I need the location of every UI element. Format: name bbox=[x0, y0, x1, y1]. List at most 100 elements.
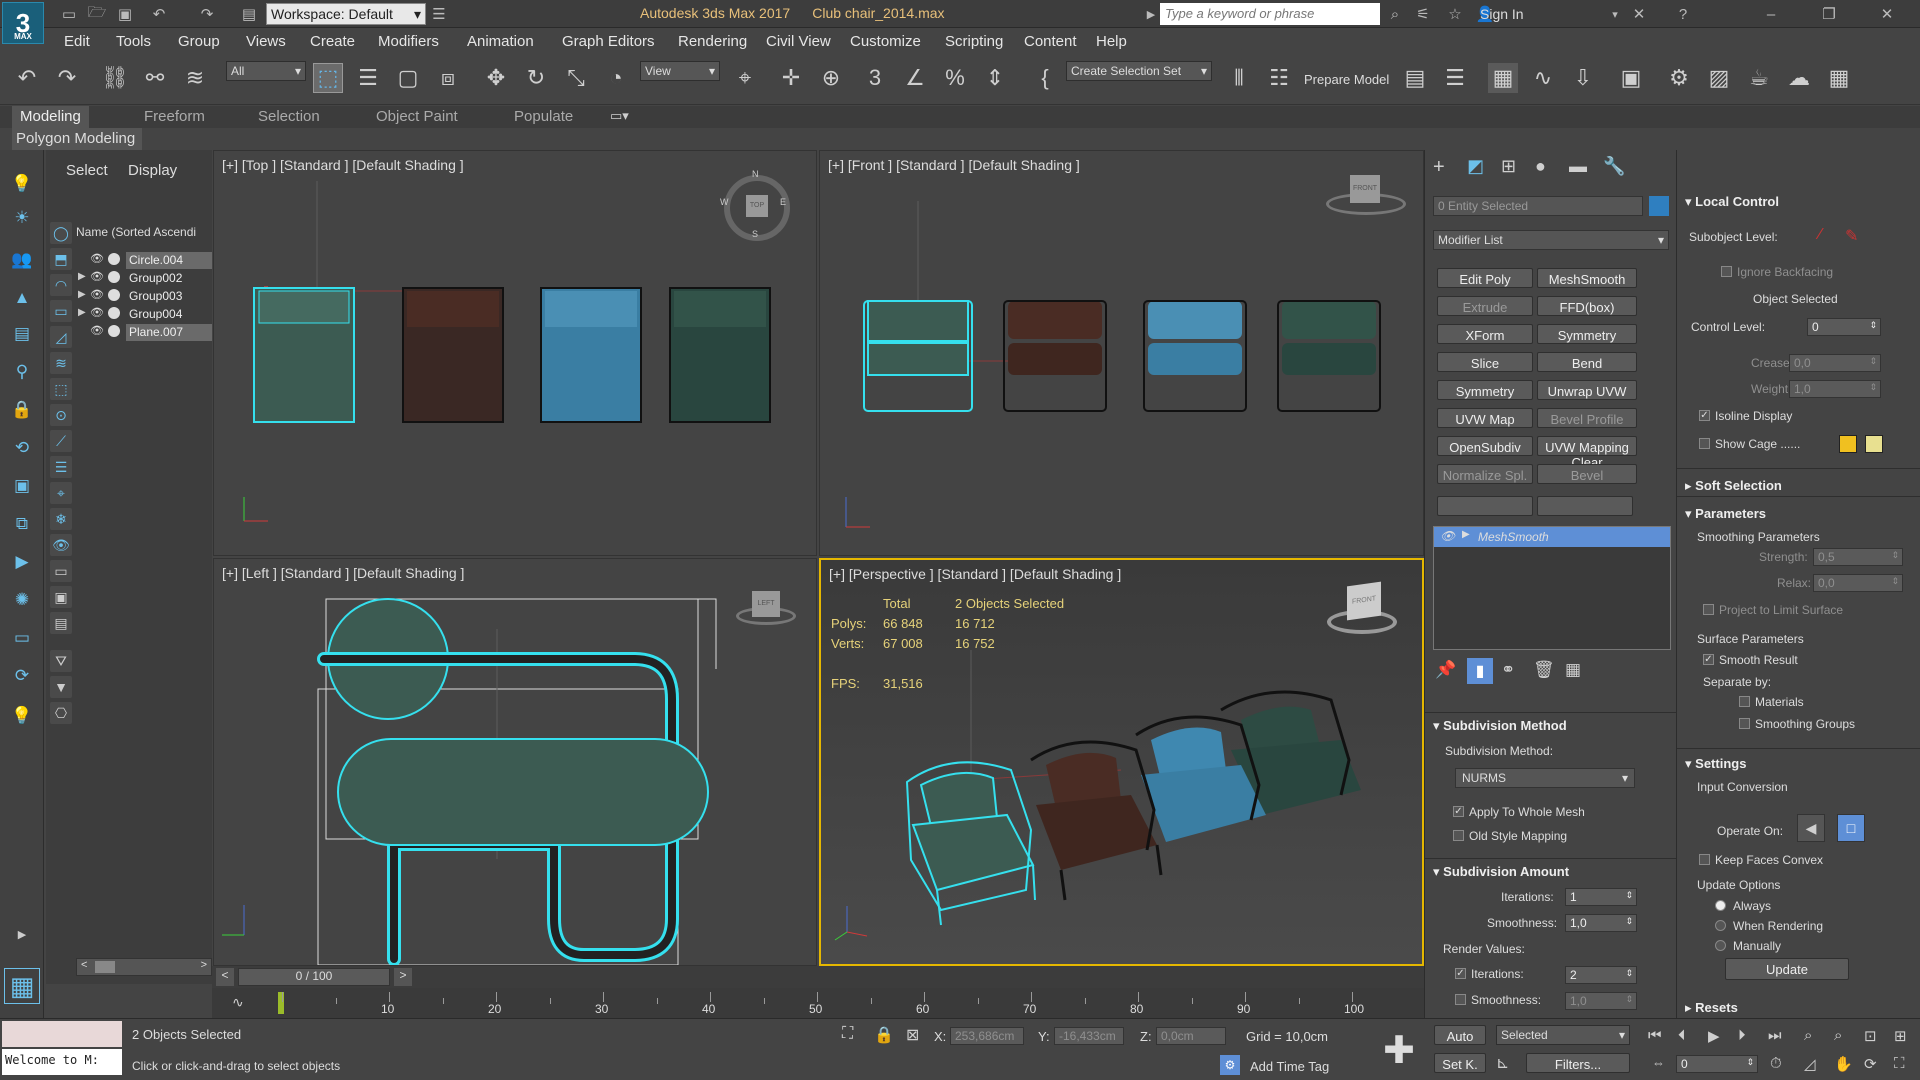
add-time-tag-label[interactable]: Add Time Tag bbox=[1250, 1059, 1329, 1074]
rectangular-selection-icon[interactable]: ▢ bbox=[393, 63, 423, 93]
render-production-icon[interactable]: ☕ bbox=[1744, 63, 1774, 93]
undo-icon[interactable]: ↶ bbox=[12, 63, 42, 93]
bone-icon[interactable]: ⚲ bbox=[10, 360, 34, 384]
menu-group[interactable]: Group bbox=[178, 33, 220, 50]
display-icon[interactable]: ▭ bbox=[10, 626, 34, 650]
menu-rendering[interactable]: Rendering bbox=[678, 33, 747, 50]
polygon-modeling-panel[interactable]: Polygon Modeling bbox=[12, 128, 142, 150]
layer-manager-icon[interactable]: ▤ bbox=[1400, 63, 1430, 93]
place-icon[interactable]: ◔ bbox=[601, 63, 631, 93]
resets-header[interactable]: ▸ Resets bbox=[1685, 1000, 1738, 1016]
current-frame-field[interactable]: 0 ⇕ bbox=[1676, 1055, 1758, 1073]
rendered-frame-icon[interactable]: ▨ bbox=[1704, 63, 1734, 93]
chair-4-front[interactable] bbox=[1277, 300, 1381, 412]
toggle-ribbon-icon[interactable]: ☰ bbox=[1440, 63, 1470, 93]
rotate-view-icon[interactable]: ⟲ bbox=[10, 436, 34, 460]
page-icon[interactable]: ▭ bbox=[50, 560, 72, 582]
tab-object-paint[interactable]: Object Paint bbox=[368, 106, 466, 128]
doc-icon[interactable]: ▤ bbox=[50, 612, 72, 634]
particles-icon[interactable]: ✺ bbox=[10, 588, 34, 612]
redo-icon[interactable]: ↷ bbox=[52, 63, 82, 93]
reference-coordinate-dropdown[interactable]: View ▾ bbox=[640, 61, 720, 81]
explorer-row-label[interactable]: Plane.007 bbox=[126, 324, 212, 341]
explorer-row[interactable]: 👁 Circle.004 bbox=[76, 250, 212, 270]
iterations-spinner[interactable]: 1 ⇕ bbox=[1565, 888, 1637, 906]
hierarchy-tab-icon[interactable]: ⊞ bbox=[1501, 156, 1516, 177]
modifier-button-uvw-map[interactable]: UVW Map bbox=[1437, 408, 1533, 428]
menu-modifiers[interactable]: Modifiers bbox=[378, 33, 439, 50]
explorer-row[interactable]: ▶ 👁 Group002 bbox=[76, 268, 212, 288]
viewcube-face[interactable]: TOP bbox=[746, 195, 768, 217]
new-file-icon[interactable]: ▭ bbox=[58, 3, 80, 25]
viewport-left[interactable]: [+] [Left ] [Standard ] [Default Shading… bbox=[213, 558, 817, 966]
isoline-display-checkbox[interactable]: ✓ bbox=[1699, 410, 1710, 421]
time-slider-thumb[interactable]: 0 / 100 bbox=[238, 968, 390, 986]
cameras-icon[interactable]: ◿ bbox=[50, 326, 72, 348]
app-logo[interactable]: 3 MAX bbox=[2, 2, 44, 44]
menu-graph-editors[interactable]: Graph Editors bbox=[562, 33, 655, 50]
modifier-button-symmetry[interactable]: Symmetry bbox=[1537, 324, 1637, 344]
previous-frame-icon[interactable]: ⏴ bbox=[1678, 1027, 1686, 1044]
move-icon[interactable]: ✥ bbox=[481, 63, 511, 93]
edit-named-selection-icon[interactable]: { bbox=[1030, 63, 1060, 93]
strength-spinner[interactable]: 0,5 ⇕ bbox=[1813, 548, 1903, 566]
spinner-arrows-icon[interactable]: ⇕ bbox=[1869, 320, 1877, 331]
zoom-icon[interactable]: ⌕ bbox=[1804, 1027, 1812, 1044]
scroll-thumb[interactable] bbox=[95, 961, 115, 973]
visibility-eye-icon[interactable]: 👁 bbox=[90, 270, 104, 283]
maxscript-listener-input[interactable]: Welcome to M: bbox=[2, 1049, 122, 1075]
smooth-result-checkbox[interactable]: ✓ bbox=[1703, 654, 1714, 665]
zoom-extents-icon[interactable]: ⊡ bbox=[1864, 1027, 1877, 1045]
scale-icon[interactable]: ⤡ bbox=[561, 63, 591, 93]
viewport-left-label[interactable]: [+] [Left ] [Standard ] [Default Shading… bbox=[222, 565, 464, 581]
explorer-row[interactable]: 👁 Plane.007 bbox=[76, 322, 212, 342]
ignore-backfacing-checkbox[interactable] bbox=[1721, 266, 1732, 277]
project-folder-icon[interactable]: ▤ bbox=[238, 3, 260, 25]
explorer-tab-select[interactable]: Select bbox=[66, 162, 108, 179]
menu-create[interactable]: Create bbox=[310, 33, 355, 50]
frame-icon[interactable]: ⧉ bbox=[10, 512, 34, 536]
motion-tab-icon[interactable]: ● bbox=[1535, 156, 1546, 177]
visibility-eye-icon[interactable]: 👁 bbox=[90, 306, 104, 319]
stack-icon[interactable]: ▣ bbox=[50, 586, 72, 608]
current-frame-marker[interactable] bbox=[278, 992, 284, 1014]
viewcube-face[interactable]: FRONT bbox=[1347, 581, 1381, 621]
modifier-button-normalize-spl-[interactable]: Normalize Spl. bbox=[1437, 464, 1533, 484]
spinner-arrows-icon[interactable]: ⇕ bbox=[1869, 356, 1877, 367]
sun-icon[interactable]: ☀ bbox=[10, 206, 34, 230]
prev-frame-icon[interactable]: < bbox=[216, 968, 234, 986]
viewport-perspective[interactable]: [+] [Perspective ] [Standard ] [Default … bbox=[819, 558, 1424, 966]
modifier-button-ffd-box-[interactable]: FFD(box) bbox=[1537, 296, 1637, 316]
modifier-button-uvw-mapping-clear[interactable]: UVW Mapping Clear bbox=[1537, 436, 1637, 470]
pan-icon[interactable]: ✋ bbox=[1834, 1055, 1853, 1073]
track-bar[interactable]: ∿ 10 20 30 40 50 60 70 80 90 100 bbox=[212, 988, 1424, 1018]
spinner-arrows-icon[interactable]: ⇕ bbox=[1625, 968, 1633, 979]
display-none-icon[interactable]: ◯ bbox=[50, 222, 72, 244]
show-end-result-icon[interactable]: ▮ bbox=[1467, 658, 1493, 684]
render-smoothness-spinner[interactable]: 1,0 ⇕ bbox=[1565, 992, 1637, 1010]
set-key-button[interactable]: Set K. bbox=[1434, 1053, 1486, 1073]
explorer-column-header[interactable]: Name (Sorted Ascendi bbox=[76, 222, 212, 242]
select-manipulate-icon[interactable]: ✛ bbox=[776, 63, 806, 93]
save-file-icon[interactable]: ▣ bbox=[114, 3, 136, 25]
make-unique-icon[interactable]: ⚭ bbox=[1501, 660, 1515, 680]
render-setup-icon[interactable]: ⚙ bbox=[1664, 63, 1694, 93]
operate-on-triangles-icon[interactable]: ◀ bbox=[1797, 814, 1825, 842]
viewport-front-label[interactable]: [+] [Front ] [Standard ] [Default Shadin… bbox=[828, 157, 1080, 173]
cage-color-1-swatch[interactable] bbox=[1839, 435, 1857, 453]
go-to-start-icon[interactable]: ⏮ bbox=[1648, 1027, 1662, 1044]
key-mode-toggle-icon[interactable]: ⇔ bbox=[1652, 1055, 1665, 1070]
viewport-front[interactable]: [+] [Front ] [Standard ] [Default Shadin… bbox=[819, 150, 1424, 556]
render-cloud-icon[interactable]: ☁ bbox=[1784, 63, 1814, 93]
scene-explorer-icon[interactable]: ▦ bbox=[1488, 63, 1518, 93]
modifier-list-dropdown[interactable]: Modifier List ▾ bbox=[1433, 230, 1669, 250]
viewcube-face[interactable]: FRONT bbox=[1350, 175, 1380, 203]
bind-spacewarp-icon[interactable]: ≋ bbox=[180, 63, 210, 93]
z-coordinate-field[interactable]: 0,0cm bbox=[1156, 1027, 1226, 1045]
exchange-apps-icon[interactable]: ✕ bbox=[1628, 3, 1650, 25]
create-tab-icon[interactable]: + bbox=[1433, 156, 1445, 179]
groups-icon[interactable]: ⊙ bbox=[50, 404, 72, 426]
scroll-left-icon[interactable]: < bbox=[81, 959, 87, 971]
pivot-center-icon[interactable]: ⌖ bbox=[730, 63, 760, 93]
isolate-selection-icon[interactable]: ⛶ bbox=[842, 1025, 853, 1043]
